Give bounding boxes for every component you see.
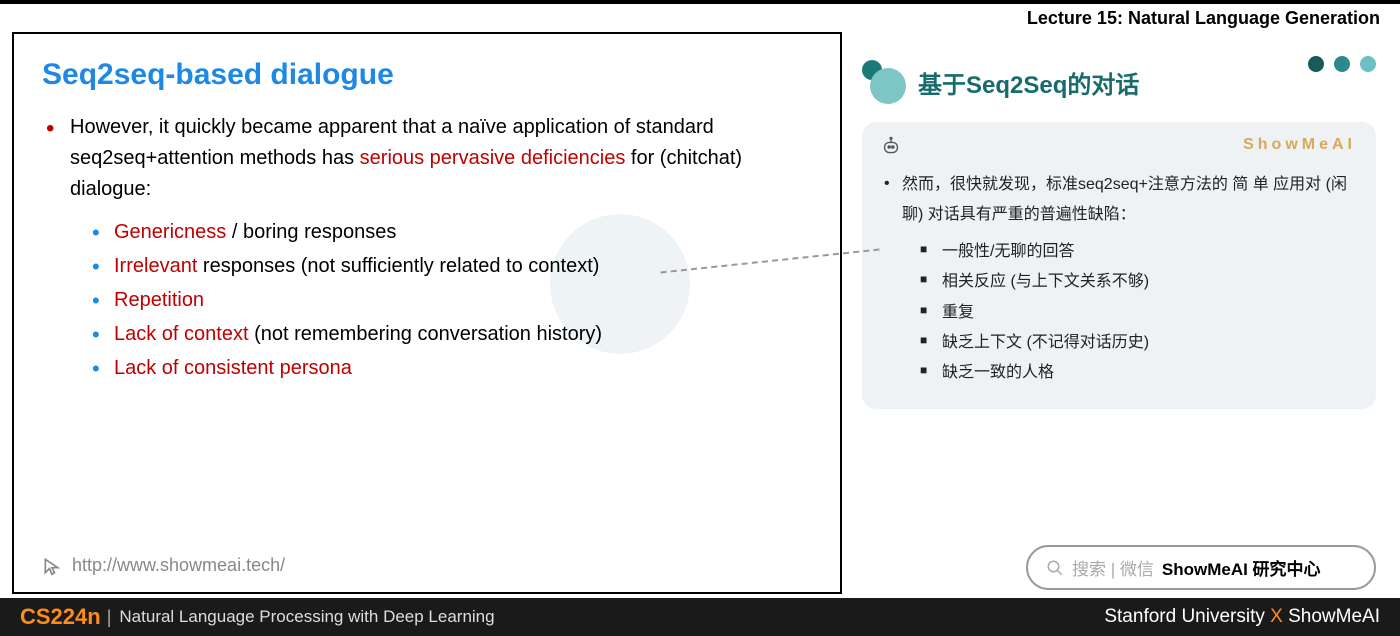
search-box[interactable]: 搜索 | 微信 ShowMeAI 研究中心 bbox=[1026, 545, 1376, 590]
sub-bullet: Lack of consistent persona bbox=[92, 351, 812, 385]
translation-sub-item: 缺乏上下文 (不记得对话历史) bbox=[920, 328, 1354, 358]
translation-title: 基于Seq2Seq的对话 bbox=[918, 65, 1139, 100]
translation-sub-item: 一般性/无聊的回答 bbox=[920, 237, 1354, 267]
dot-icon bbox=[1308, 56, 1324, 72]
footer-right: Stanford University X ShowMeAI bbox=[1104, 606, 1380, 628]
bullet-text-emphasis: serious pervasive deficiencies bbox=[360, 147, 626, 169]
sub-bullet: Repetition bbox=[92, 283, 812, 317]
translation-card: ShowMeAI 然而，很快就发现，标准seq2seq+注意方法的 简 单 应用… bbox=[862, 122, 1376, 409]
translation-sub-list: 一般性/无聊的回答 相关反应 (与上下文关系不够) 重复 缺乏上下文 (不记得对… bbox=[884, 237, 1354, 389]
footer-brand: ShowMeAI bbox=[1283, 606, 1380, 627]
title-badge-icon bbox=[862, 60, 906, 104]
sub-bullet: Genericness / boring responses bbox=[92, 215, 812, 249]
footer-x: X bbox=[1270, 606, 1283, 627]
translation-sub-item: 缺乏一致的人格 bbox=[920, 358, 1354, 388]
sub-bullet-keyword: Lack of consistent persona bbox=[114, 357, 352, 379]
sub-bullet-keyword: Genericness bbox=[114, 221, 226, 243]
sub-bullet-rest: (not remembering conversation history) bbox=[249, 323, 602, 345]
translation-sub-item: 重复 bbox=[920, 298, 1354, 328]
sub-bullet: Lack of context (not remembering convers… bbox=[92, 317, 812, 351]
sub-bullet-keyword: Irrelevant bbox=[114, 255, 197, 277]
search-brand: ShowMeAI 研究中心 bbox=[1162, 555, 1321, 580]
dot-icon bbox=[1360, 56, 1376, 72]
sub-bullet-keyword: Repetition bbox=[114, 289, 204, 311]
translation-main-bullet: 然而，很快就发现，标准seq2seq+注意方法的 简 单 应用对 (闲聊) 对话… bbox=[884, 170, 1354, 231]
main-container: Seq2seq-based dialogue However, it quick… bbox=[0, 28, 1400, 598]
slide-footer: http://www.showmeai.tech/ bbox=[42, 555, 812, 576]
brand-label: ShowMeAI bbox=[1243, 136, 1356, 154]
footer-university: Stanford University bbox=[1104, 606, 1270, 627]
footer-bar: CS224n | Natural Language Processing wit… bbox=[0, 598, 1400, 636]
footer-url: http://www.showmeai.tech/ bbox=[72, 555, 285, 576]
search-icon bbox=[1046, 559, 1064, 577]
translation-panel: 基于Seq2Seq的对话 ShowMeAI 然而，很快就发现，标准seq2seq… bbox=[842, 28, 1400, 598]
robot-icon bbox=[880, 136, 902, 158]
cursor-icon bbox=[42, 556, 62, 576]
sub-bullet-rest: responses (not sufficiently related to c… bbox=[197, 255, 599, 277]
footer-separator: | bbox=[107, 607, 112, 628]
sub-bullet-rest: / boring responses bbox=[226, 221, 396, 243]
dot-icon bbox=[1334, 56, 1350, 72]
slide-panel: Seq2seq-based dialogue However, it quick… bbox=[12, 32, 842, 594]
slide-title: Seq2seq-based dialogue bbox=[42, 58, 812, 92]
slide-main-bullet: However, it quickly became apparent that… bbox=[42, 112, 812, 205]
search-label: 搜索 | 微信 bbox=[1072, 555, 1154, 580]
top-border bbox=[0, 0, 1400, 4]
course-code: CS224n bbox=[20, 604, 101, 630]
slide-sub-list: Genericness / boring responses Irrelevan… bbox=[42, 215, 812, 385]
decorative-dots bbox=[1308, 56, 1376, 72]
sub-bullet-keyword: Lack of context bbox=[114, 323, 249, 345]
course-name: Natural Language Processing with Deep Le… bbox=[119, 607, 494, 627]
translation-sub-item: 相关反应 (与上下文关系不够) bbox=[920, 267, 1354, 297]
translation-body: 然而，很快就发现，标准seq2seq+注意方法的 简 单 应用对 (闲聊) 对话… bbox=[884, 170, 1354, 389]
translation-title-row: 基于Seq2Seq的对话 bbox=[862, 60, 1376, 104]
lecture-header: Lecture 15: Natural Language Generation bbox=[1027, 8, 1380, 29]
